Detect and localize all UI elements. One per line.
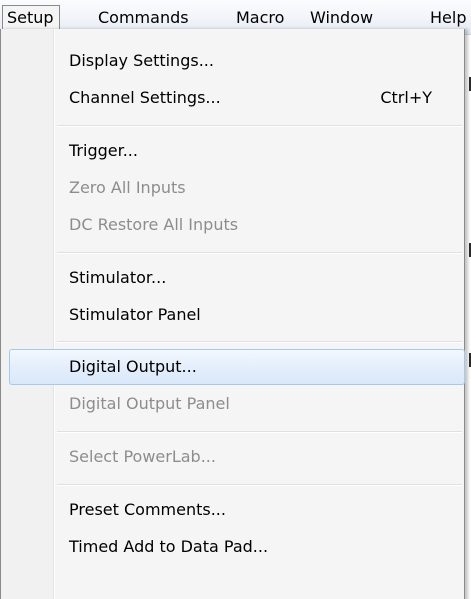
menu-item-preset-comments[interactable]: Preset Comments...	[9, 492, 465, 528]
menu-help[interactable]: Help	[430, 7, 466, 29]
menu-item-shortcut: Ctrl+Y	[380, 88, 432, 107]
menu-item-label: Digital Output Panel	[69, 394, 230, 413]
menu-separator	[57, 125, 462, 127]
menu-item-label: Display Settings...	[69, 51, 214, 70]
menu-item-channel-settings[interactable]: Channel Settings... Ctrl+Y	[9, 80, 465, 116]
menu-item-display-settings[interactable]: Display Settings...	[9, 43, 465, 79]
menu-item-label: Timed Add to Data Pad...	[69, 537, 269, 556]
menu-separator	[57, 341, 462, 343]
menu-item-label: DC Restore All Inputs	[69, 215, 239, 234]
menu-item-label: Digital Output...	[69, 357, 197, 376]
menu-item-dc-restore-all-inputs: DC Restore All Inputs	[9, 207, 465, 243]
menu-separator	[57, 252, 462, 254]
window-edge	[465, 35, 471, 599]
menu-item-label: Stimulator Panel	[69, 305, 201, 324]
menu-item-label: Preset Comments...	[69, 500, 226, 519]
menu-item-timed-add-to-data-pad[interactable]: Timed Add to Data Pad...	[9, 529, 465, 565]
menu-item-label: Zero All Inputs	[69, 178, 186, 197]
setup-dropdown-menu: Display Settings... Channel Settings... …	[0, 29, 465, 599]
menu-item-zero-all-inputs: Zero All Inputs	[9, 170, 465, 206]
menu-item-label: Stimulator...	[69, 268, 167, 287]
menu-setup[interactable]: Setup	[2, 5, 60, 30]
menu-window[interactable]: Window	[310, 7, 373, 29]
menu-commands[interactable]: Commands	[98, 7, 189, 29]
menu-separator	[57, 431, 462, 433]
menu-item-digital-output-panel: Digital Output Panel	[9, 386, 465, 422]
menu-item-trigger[interactable]: Trigger...	[9, 133, 465, 169]
menu-item-stimulator-panel[interactable]: Stimulator Panel	[9, 297, 465, 333]
menu-item-stimulator[interactable]: Stimulator...	[9, 260, 465, 296]
menu-macro[interactable]: Macro	[236, 7, 284, 29]
menu-item-label: Select PowerLab...	[69, 447, 216, 466]
menu-item-label: Trigger...	[69, 141, 138, 160]
application-window: Setup Commands Macro Window Help Display…	[0, 0, 471, 599]
menu-item-label: Channel Settings...	[69, 88, 221, 107]
menu-separator	[57, 484, 462, 486]
menu-item-select-powerlab: Select PowerLab...	[9, 439, 465, 475]
menu-item-digital-output[interactable]: Digital Output...	[9, 349, 465, 385]
